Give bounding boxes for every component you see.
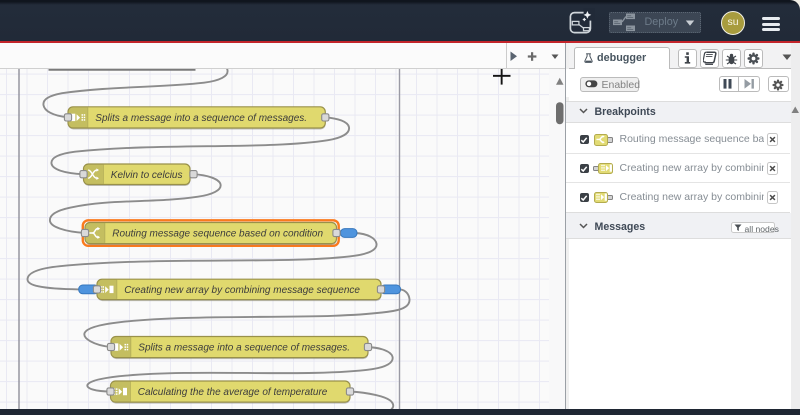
svg-text:Splits a message into a sequen: Splits a message into a sequence of mess… xyxy=(138,342,350,353)
svg-text:Splits a message into a sequen: Splits a message into a sequence of mess… xyxy=(95,113,307,124)
svg-text:Creating new array by combinin: Creating new array by combining message … xyxy=(124,285,360,296)
svg-text:Routing message sequence based: Routing message sequence based on condit… xyxy=(112,228,323,239)
svg-text:Calculating the the average of: Calculating the the average of temperatu… xyxy=(138,387,328,398)
svg-text:Kelvin to celcius: Kelvin to celcius xyxy=(111,170,183,181)
